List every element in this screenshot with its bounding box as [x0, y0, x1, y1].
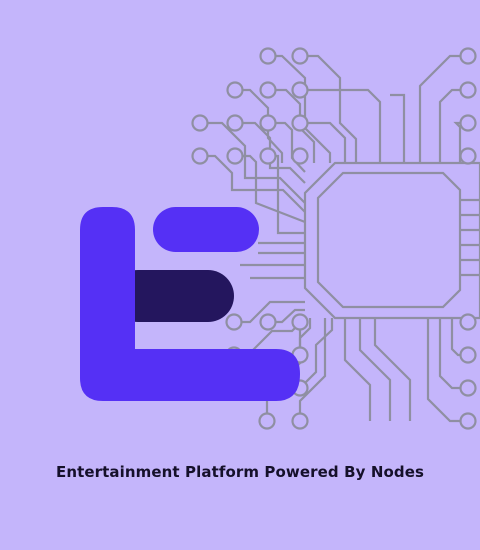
- logo-top-bar: [153, 207, 259, 252]
- tagline: Entertainment Platform Powered By Nodes: [55, 463, 425, 481]
